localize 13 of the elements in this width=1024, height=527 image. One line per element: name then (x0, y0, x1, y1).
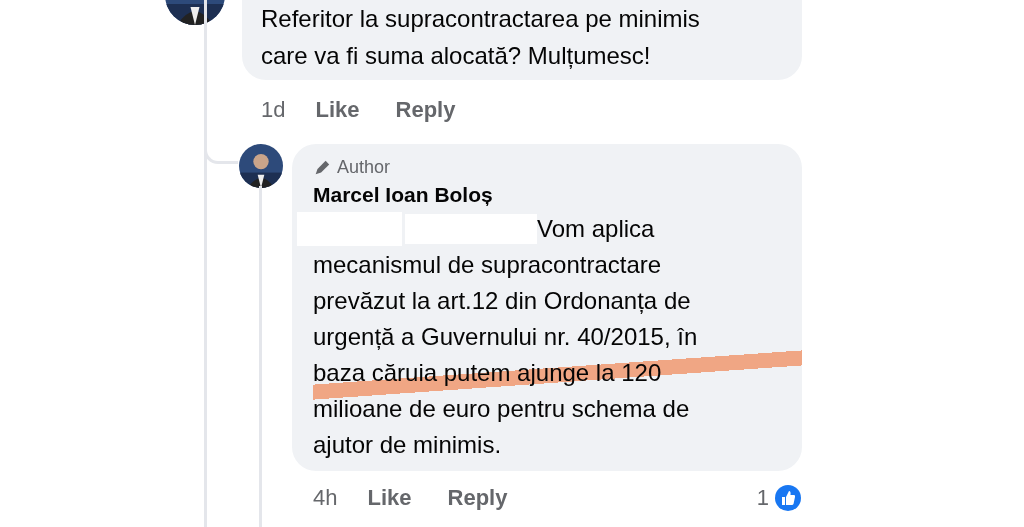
author-label: Author (337, 156, 391, 179)
comment-time: 1d (261, 96, 286, 124)
author-name[interactable]: Marcel Ioan Boloș (313, 181, 802, 209)
reply-link[interactable]: Reply (395, 93, 456, 126)
comment-text: Referitor la supracontractarea pe minimis care va fi suma alocată? Mulțumesc! (261, 4, 701, 71)
comment-text: Vom aplica (537, 214, 655, 244)
thumbs-up-icon[interactable] (775, 484, 801, 511)
like-link[interactable]: Like (367, 481, 412, 514)
reply-link[interactable]: Reply (447, 481, 508, 514)
reaction-count: 1 (756, 484, 769, 512)
comment-time: 4h (313, 484, 338, 512)
like-link[interactable]: Like (315, 93, 360, 126)
pencil-icon (313, 158, 331, 177)
